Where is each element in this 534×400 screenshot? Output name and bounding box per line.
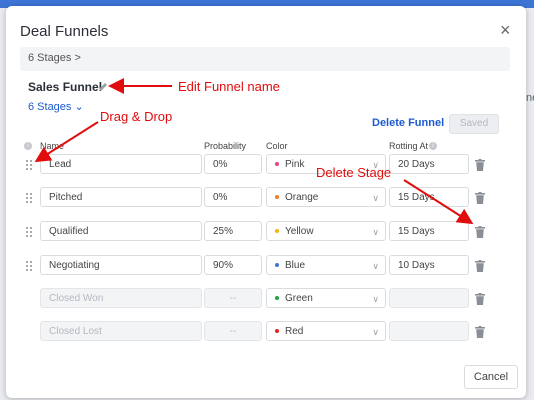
annotation-arrows [34,78,474,225]
annotation-edit-funnel: Edit Funnel name [178,79,280,94]
drag-arrow [34,121,99,163]
annotation-delete-stage: Delete Stage [316,165,392,180]
annotation-drag-drop: Drag & Drop [100,109,173,124]
delete-arrow [403,179,474,225]
